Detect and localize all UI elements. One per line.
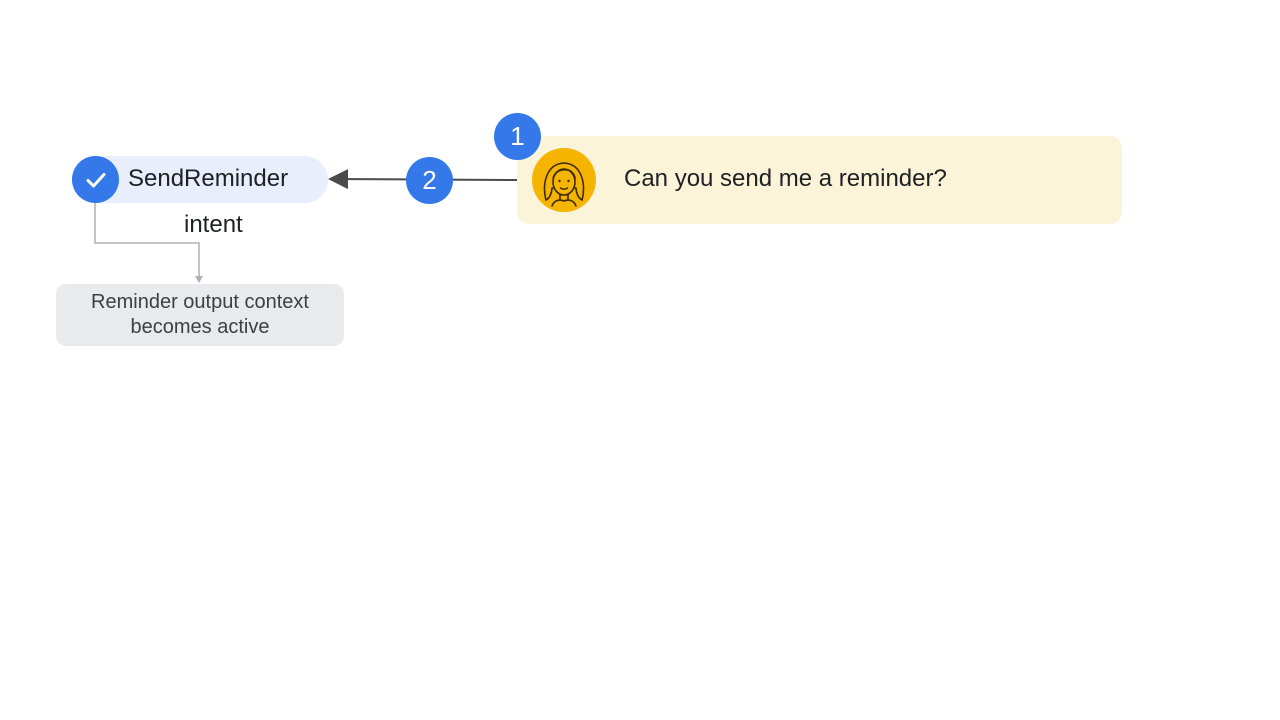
step-badge-1: 1 [494,113,541,160]
intent-name: SendReminder [128,165,289,192]
connector-layer [94,169,519,283]
utterance-text: Can you send me a reminder? [624,165,947,192]
intent-caption: intent [184,211,243,238]
context-text: Reminder output context becomes active [91,291,309,338]
check-icon [72,156,119,203]
context-connector-arrowhead [195,276,203,283]
step-badge-2: 2 [406,157,453,204]
context-box: Reminder output context becomes active [56,284,344,346]
user-avatar-icon [532,148,596,212]
